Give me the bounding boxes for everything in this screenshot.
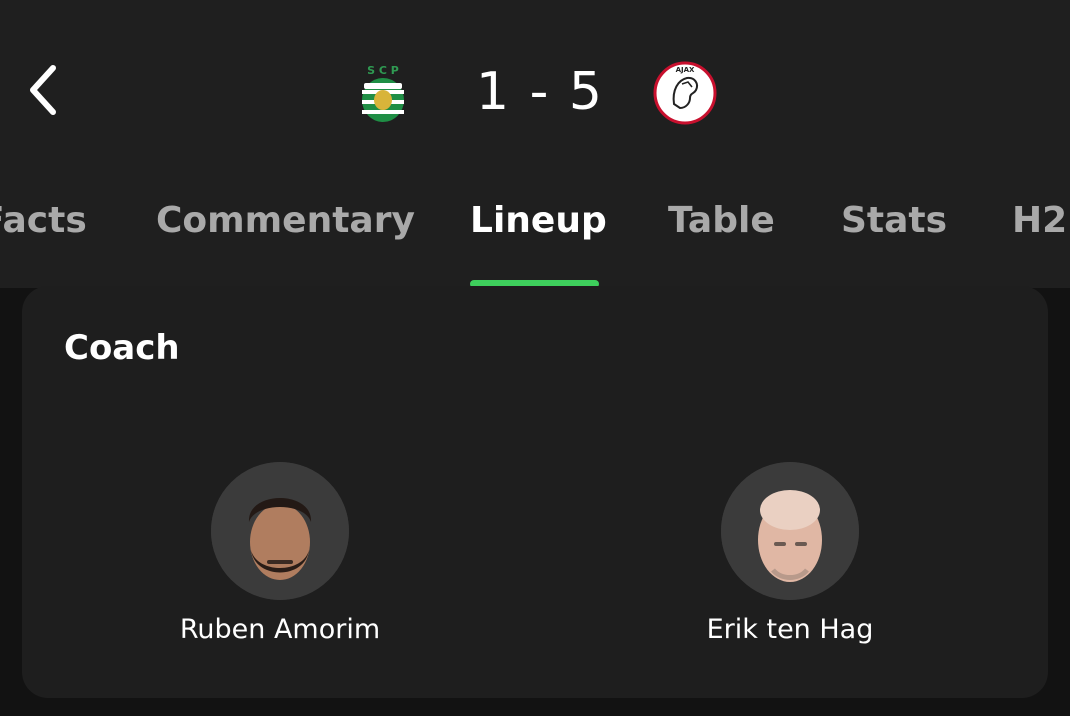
scoreboard: S C P 1 - 5 AJAX	[0, 52, 1070, 132]
tab-stats[interactable]: Stats	[841, 186, 947, 256]
tab-facts[interactable]: Facts	[0, 186, 87, 256]
coach-away[interactable]: Erik ten Hag	[640, 462, 940, 645]
svg-text:S C P: S C P	[367, 64, 399, 77]
coach-card: Coach Ruben Amorim Erik ten Hag	[22, 286, 1048, 698]
coach-section-title: Coach	[64, 328, 180, 368]
svg-text:AJAX: AJAX	[676, 66, 695, 74]
tab-h2h[interactable]: H2H	[1012, 186, 1070, 256]
sporting-cp-crest-icon[interactable]: S C P	[350, 60, 416, 126]
match-tabs: Facts Commentary Lineup Table Stats H2H	[0, 186, 1070, 256]
avatar	[721, 462, 859, 600]
tab-table[interactable]: Table	[668, 186, 775, 256]
tab-lineup[interactable]: Lineup	[470, 186, 607, 256]
coach-home[interactable]: Ruben Amorim	[130, 462, 430, 645]
coach-photo-icon	[211, 462, 349, 600]
ajax-crest-icon[interactable]: AJAX	[652, 60, 718, 126]
tab-commentary[interactable]: Commentary	[156, 186, 415, 256]
avatar	[211, 462, 349, 600]
coach-name: Ruben Amorim	[179, 614, 381, 645]
coach-name: Erik ten Hag	[706, 614, 874, 645]
match-header: S C P 1 - 5 AJAX Facts Commentary Lineup…	[0, 0, 1070, 288]
match-score: 1 - 5	[476, 62, 604, 122]
coach-photo-icon	[721, 462, 859, 600]
